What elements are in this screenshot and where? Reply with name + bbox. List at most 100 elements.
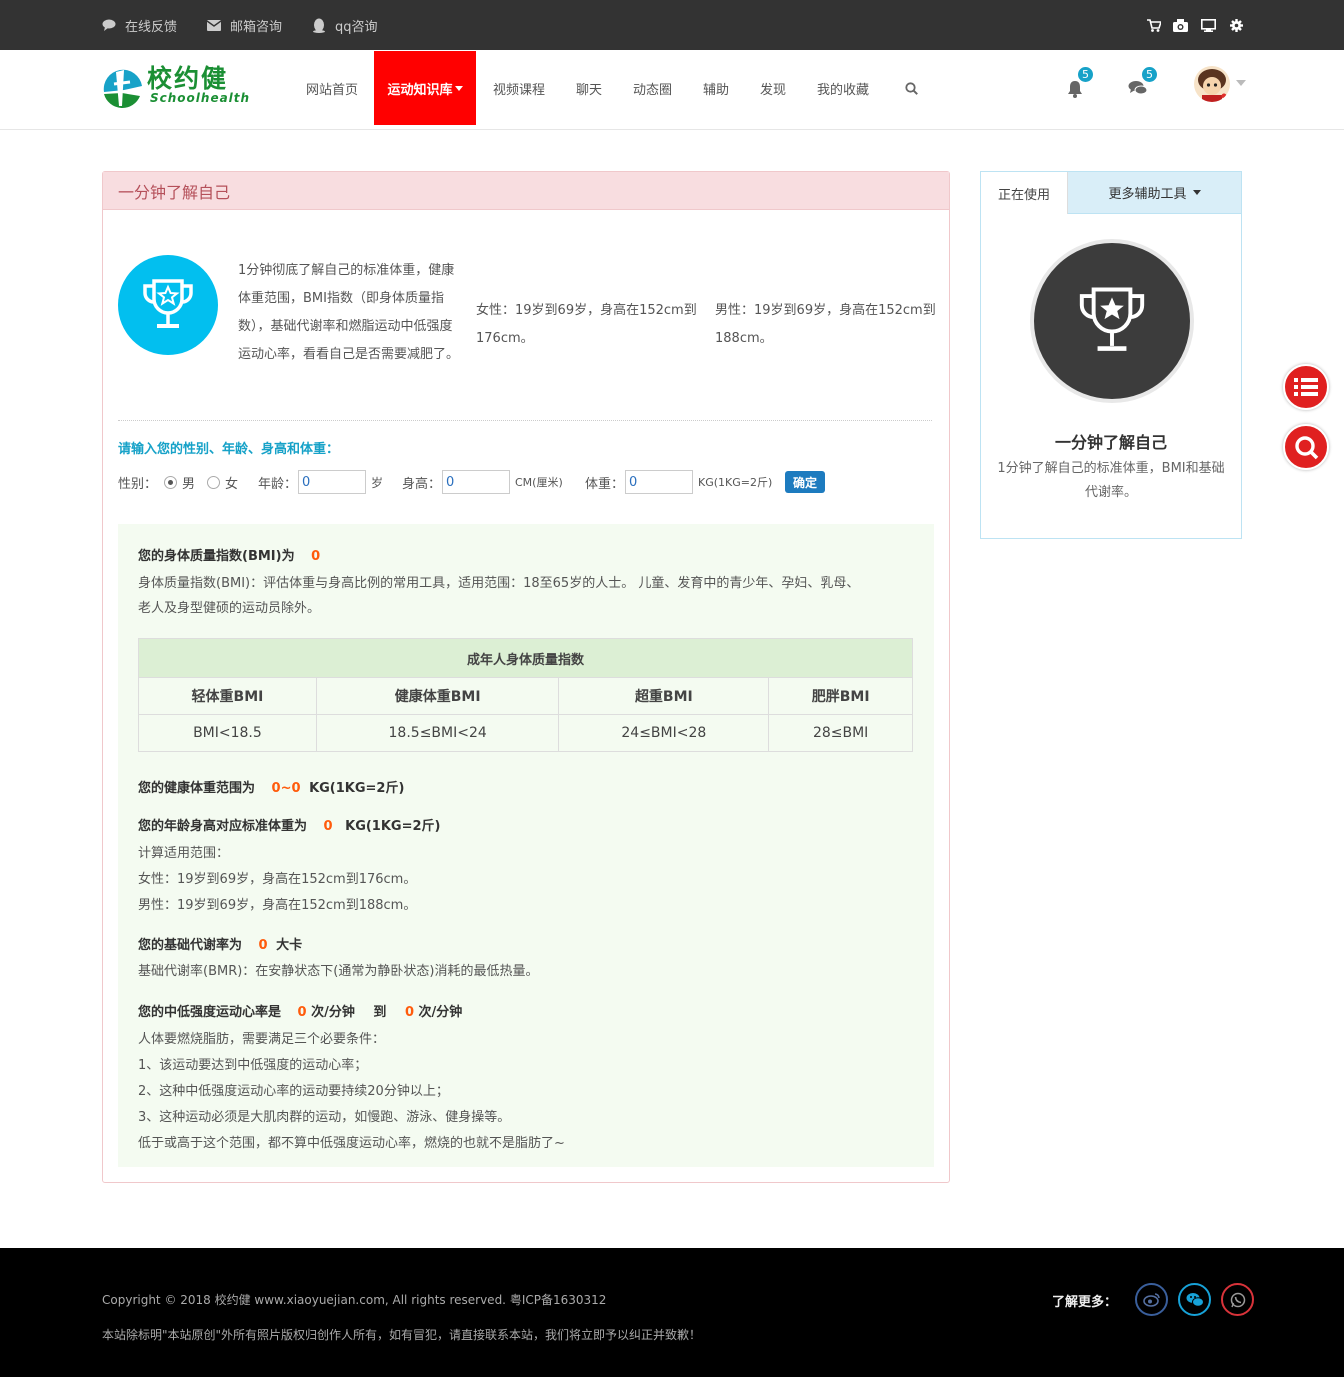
intro-text: 1分钟彻底了解自己的标准体重，健康体重范围，BMI指数（即身体质量指数），基础代…	[238, 263, 460, 362]
gender-female-option[interactable]: 女	[207, 470, 238, 494]
tab-more-tools[interactable]: 更多辅助工具	[1068, 172, 1241, 214]
gear-icon[interactable]	[1230, 0, 1243, 50]
hr-to: 到	[373, 1005, 387, 1020]
message-badge: 5	[1141, 66, 1158, 83]
envelope-icon	[207, 19, 221, 31]
logo-mark-icon	[103, 69, 142, 109]
bmr-result: 您的基础代谢率为 0 大卡	[138, 934, 302, 953]
divider	[118, 420, 932, 421]
camera-icon[interactable]	[1173, 0, 1188, 50]
panel-title: 一分钟了解自己	[103, 172, 949, 210]
message-button[interactable]	[1128, 80, 1150, 100]
bmi-desc-line1: 身体质量指数(BMI)：评估体重与身高比例的常用工具，适用范围：18至65岁的人…	[138, 576, 860, 591]
user-avatar[interactable]	[1194, 66, 1230, 102]
feedback-label: 在线反馈	[125, 19, 178, 35]
bmr-desc: 基础代谢率(BMR)：在安静状态下(通常为静卧状态)消耗的最低热量。	[138, 964, 539, 979]
footer-notice: 本站除标明"本站原创"外所有照片版权归创作人所有，如有冒犯，请直接联系本站，我们…	[102, 1328, 702, 1342]
caret-down-icon	[454, 85, 463, 91]
male-radio[interactable]	[164, 475, 177, 489]
nav-moments[interactable]: 动态圈	[625, 51, 680, 125]
tab-in-use[interactable]: 正在使用	[981, 172, 1068, 214]
age-input[interactable]: 0	[298, 470, 366, 494]
healthy-title: 您的健康体重范围为	[138, 781, 256, 796]
sidebar-tool-desc: 1分钟了解自己的标准体重，BMI和基础代谢率。	[997, 461, 1225, 500]
trophy-icon	[1079, 287, 1145, 351]
height-input[interactable]: 0	[442, 470, 510, 494]
height-unit: CM(厘米)	[515, 476, 563, 489]
feedback-link[interactable]: 在线反馈	[102, 0, 177, 50]
bmi-desc-line2: 老人及身型健硕的运动员除外。	[138, 601, 321, 616]
hr-unit-1: 次/分钟	[311, 1005, 355, 1020]
search-icon	[1295, 436, 1319, 460]
nav-video-courses[interactable]: 视频课程	[484, 51, 554, 125]
chevron-down-icon[interactable]	[1236, 80, 1246, 86]
nav-sports-knowledge[interactable]: 运动知识库	[374, 51, 476, 125]
fat-line: 2、这种中低强度运动心率的运动要持续20分钟以上；	[138, 1084, 449, 1099]
table-header: 超重BMI	[558, 677, 770, 715]
male-range-text: 男性：19岁到69岁，身高在152cm到188cm。	[715, 303, 936, 346]
bmi-table: 成年人身体质量指数 轻体重BMI 健康体重BMI 超重BMI 肥胖BMI BMI…	[138, 638, 913, 752]
bmr-value: 0	[258, 938, 268, 953]
sidebar-tool-title[interactable]: 一分钟了解自己	[981, 429, 1241, 453]
footer-more-label: 了解更多：	[1052, 1295, 1118, 1310]
table-row: BMI<18.5 18.5≤BMI<24 24≤BMI<28 28≤BMI	[138, 714, 913, 752]
email-link[interactable]: 邮箱咨询	[207, 0, 282, 50]
weight-input[interactable]: 0	[625, 470, 693, 494]
notification-bell[interactable]	[1066, 80, 1086, 100]
hr-title: 您的中低强度运动心率是	[138, 1005, 282, 1020]
age-unit: 岁	[371, 475, 384, 490]
nav-discover[interactable]: 发现	[752, 51, 794, 125]
gender-male-option[interactable]: 男	[164, 470, 195, 494]
bell-badge: 5	[1077, 66, 1094, 83]
table-cell: BMI<18.5	[138, 714, 317, 752]
list-menu-button[interactable]	[1283, 364, 1329, 410]
email-label: 邮箱咨询	[230, 19, 283, 35]
whatsapp-icon[interactable]	[1221, 1283, 1254, 1316]
comment-icon	[102, 19, 116, 31]
hr-low-value: 0	[297, 1005, 307, 1020]
nav-home[interactable]: 网站首页	[296, 51, 368, 125]
female-radio[interactable]	[207, 475, 220, 489]
nav-chat[interactable]: 聊天	[568, 51, 610, 125]
site-logo[interactable]: 校约健 Schoolhealth	[100, 64, 249, 112]
bmi-table-caption: 成年人身体质量指数	[138, 638, 913, 678]
weibo-icon[interactable]	[1135, 1283, 1168, 1316]
wechat-icon[interactable]	[1178, 1283, 1211, 1316]
float-search-button[interactable]	[1283, 424, 1329, 470]
standard-value: 0	[323, 819, 333, 834]
tab-more-tools-label: 更多辅助工具	[1108, 187, 1187, 202]
bmi-value: 0	[311, 549, 321, 564]
calc-male: 男性：19岁到69岁，身高在152cm到188cm。	[138, 898, 417, 913]
weight-unit: KG(1KG=2斤)	[698, 476, 773, 489]
heart-rate-result: 您的中低强度运动心率是 0 次/分钟 到 0 次/分钟	[138, 1001, 462, 1020]
female-range-text: 女性：19岁到69岁，身高在152cm到176cm。	[476, 303, 697, 346]
weight-label: 体重：	[585, 476, 625, 492]
top-bar: 在线反馈 邮箱咨询 qq咨询	[0, 0, 1344, 50]
nav-sports-knowledge-label: 运动知识库	[387, 82, 453, 98]
qq-icon	[313, 18, 325, 33]
logo-cn-text: 校约健	[147, 64, 229, 93]
submit-button[interactable]: 确定	[785, 471, 825, 493]
female-label: 女	[225, 476, 239, 492]
cart-icon[interactable]	[1147, 0, 1161, 50]
table-header: 肥胖BMI	[768, 677, 913, 715]
trophy-badge	[118, 255, 218, 355]
desktop-icon[interactable]	[1201, 0, 1216, 50]
hr-high-value: 0	[404, 1005, 414, 1020]
qq-link[interactable]: qq咨询	[312, 0, 378, 50]
fat-line: 人体要燃烧脂肪，需要满足三个必要条件：	[138, 1032, 386, 1047]
fat-line: 1、该运动要达到中低强度的运动心率；	[138, 1058, 368, 1073]
bmi-result: 您的身体质量指数(BMI)为 0	[138, 545, 320, 564]
bmr-title: 您的基础代谢率为	[138, 938, 243, 953]
standard-weight-result: 您的年龄身高对应标准体重为 0 KG(1KG=2斤)	[138, 815, 440, 834]
table-cell: 18.5≤BMI<24	[315, 714, 560, 752]
avatar-image	[1198, 69, 1227, 102]
table-header: 健康体重BMI	[315, 677, 560, 715]
bmi-title: 您的身体质量指数(BMI)为	[138, 549, 295, 564]
fat-line: 3、这种运动必须是大肌肉群的运动，如慢跑、游泳、健身操等。	[138, 1110, 511, 1125]
list-icon	[1294, 378, 1318, 396]
gender-label: 性别：	[118, 476, 158, 492]
nav-assist[interactable]: 辅助	[695, 51, 737, 125]
nav-favorites[interactable]: 我的收藏	[808, 51, 878, 125]
search-icon[interactable]	[898, 51, 924, 125]
